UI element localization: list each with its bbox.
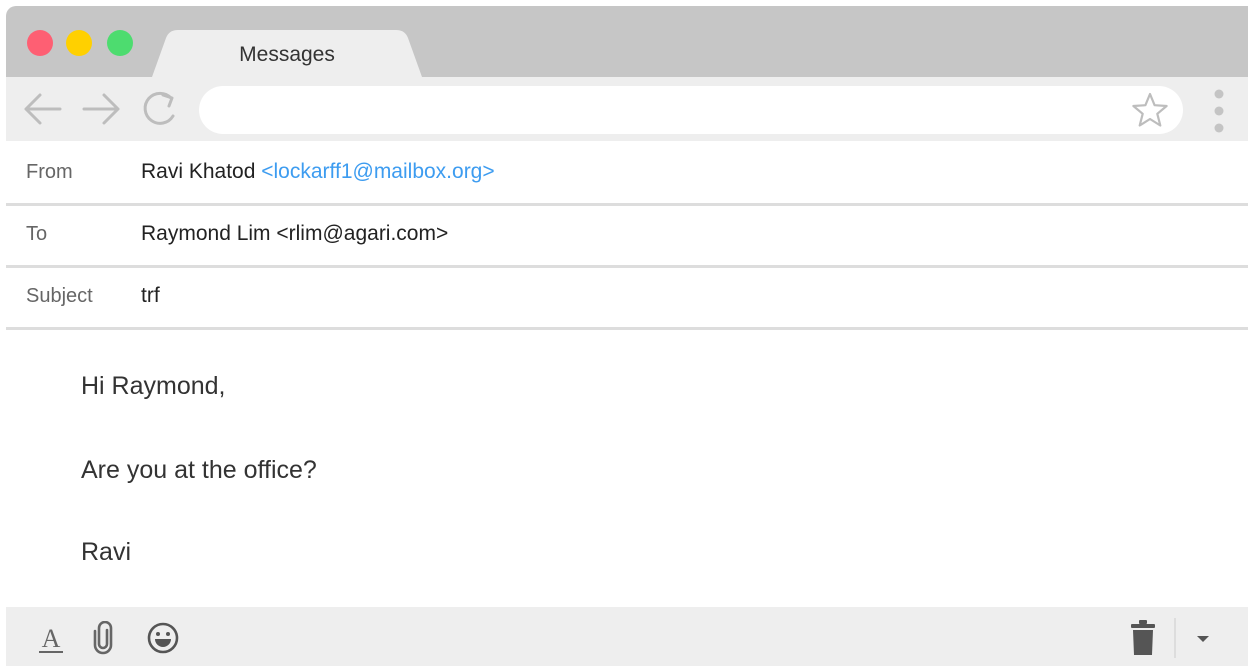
svg-text:A: A [42,624,61,653]
navigation-toolbar [6,77,1248,141]
to-label: To [26,223,48,245]
to-row: To Raymond Lim <rlim@agari.com> [6,206,1248,268]
address-bar[interactable] [199,86,1183,134]
subject-row: Subject trf [6,268,1248,330]
maximize-button[interactable] [107,30,133,56]
toolbar-divider [1174,618,1176,658]
subject-value: trf [141,284,160,307]
recipient-value: Raymond Lim <rlim@agari.com> [141,222,449,245]
subject-label: Subject [26,285,93,307]
star-icon[interactable] [1131,92,1169,128]
arrow-left-icon[interactable] [22,91,62,127]
arrow-right-icon[interactable] [82,91,122,127]
browser-window: Messages From Ravi Khatod <lockarff1@mai… [6,6,1248,666]
chevron-down-icon[interactable] [1190,625,1216,651]
body-signature: Ravi [81,538,132,566]
trash-icon[interactable] [1128,619,1158,657]
smiley-icon[interactable] [146,621,180,655]
paperclip-icon[interactable] [88,620,122,655]
close-button[interactable] [27,30,53,56]
text-format-icon[interactable]: A [34,621,68,655]
body-question: Are you at the office? [81,456,317,484]
sender-name: Ravi Khatod [141,160,256,183]
body-greeting: Hi Raymond, [81,372,226,400]
from-value: Ravi Khatod <lockarff1@mailbox.org> [141,160,495,184]
tab-messages[interactable]: Messages [152,30,422,77]
compose-toolbar: A [6,607,1248,666]
minimize-button[interactable] [66,30,92,56]
from-label: From [26,161,73,183]
sender-email-link[interactable]: <lockarff1@mailbox.org> [261,160,494,183]
kebab-menu-icon[interactable] [1209,87,1229,135]
reload-icon[interactable] [141,91,181,127]
from-row: From Ravi Khatod <lockarff1@mailbox.org> [6,144,1248,206]
tab-label: Messages [239,43,335,66]
title-bar: Messages [6,6,1248,77]
